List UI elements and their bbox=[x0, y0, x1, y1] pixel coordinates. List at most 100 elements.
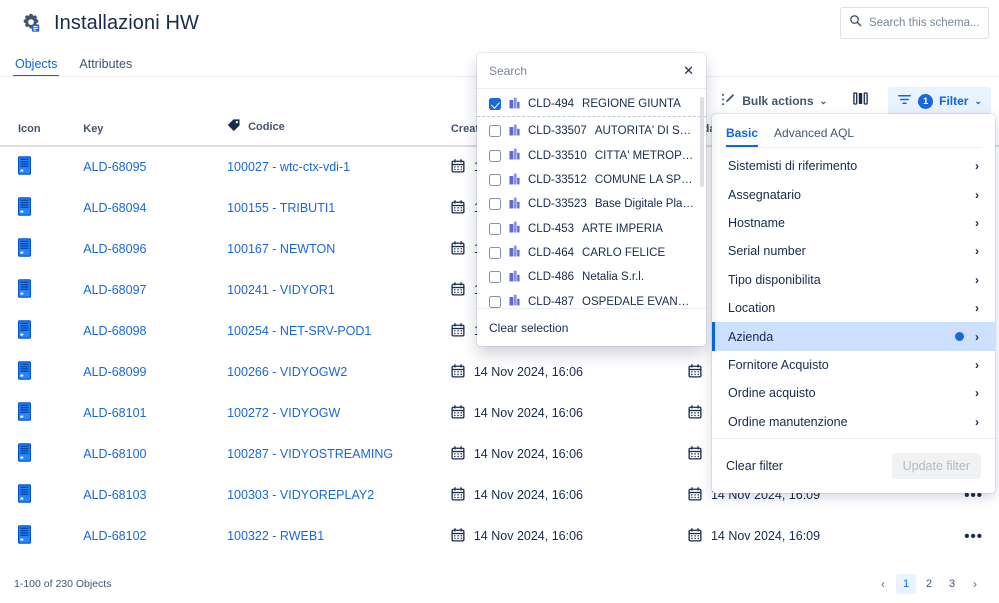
table-footer: 1-100 of 230 Objects ‹ 1 2 3 › bbox=[0, 565, 999, 603]
column-header-key[interactable]: Key bbox=[77, 110, 222, 147]
app-header: Installazioni HW Search this schema... bbox=[0, 0, 999, 46]
row-codice-link[interactable]: 100266 - VIDYOGW2 bbox=[227, 365, 347, 379]
row-codice-link[interactable]: 100167 - NEWTON bbox=[227, 242, 335, 256]
bulk-edit-icon bbox=[721, 92, 736, 110]
row-codice-link[interactable]: 100322 - RWEB1 bbox=[227, 529, 324, 543]
row-created-cell: 14 Nov 2024, 16:06 bbox=[451, 445, 676, 463]
row-key-link[interactable]: ALD-68103 bbox=[83, 488, 146, 502]
building-icon bbox=[509, 124, 520, 139]
filter-tab-advanced-aql[interactable]: Advanced AQL bbox=[774, 126, 854, 147]
row-key-link[interactable]: ALD-68099 bbox=[83, 365, 146, 379]
pagination-page-1[interactable]: 1 bbox=[896, 574, 916, 594]
azienda-option-checkbox[interactable] bbox=[489, 295, 501, 308]
row-key-link[interactable]: ALD-68098 bbox=[83, 324, 146, 338]
schema-search-input[interactable]: Search this schema... bbox=[840, 7, 989, 39]
row-created-value: 14 Nov 2024, 16:06 bbox=[473, 447, 583, 461]
dropdown-scrollbar[interactable] bbox=[700, 97, 704, 187]
pagination-prev[interactable]: ‹ bbox=[873, 574, 893, 594]
row-object-icon bbox=[0, 516, 77, 557]
azienda-option-checkbox[interactable] bbox=[489, 246, 501, 259]
filter-item-ordine-manutenzione[interactable]: Ordine manutenzione › bbox=[712, 408, 995, 436]
tab-attributes[interactable]: Attributes bbox=[77, 57, 134, 77]
row-key-link[interactable]: ALD-68094 bbox=[83, 201, 146, 215]
calendar-icon bbox=[451, 404, 465, 422]
azienda-option-checkbox[interactable] bbox=[489, 125, 501, 138]
building-icon bbox=[509, 270, 520, 285]
column-header-icon[interactable]: Icon bbox=[0, 110, 78, 147]
column-header-codice[interactable]: Codice bbox=[221, 110, 445, 147]
azienda-option-name: AUTORITA' DI SISTE… bbox=[594, 125, 694, 138]
calendar-icon bbox=[688, 527, 702, 545]
pagination-page-2[interactable]: 2 bbox=[919, 574, 939, 594]
row-codice-link[interactable]: 100241 - VIDYOR1 bbox=[227, 283, 335, 297]
row-created-value: 14 Nov 2024, 16:06 bbox=[473, 488, 583, 502]
pagination-page-3[interactable]: 3 bbox=[942, 574, 962, 594]
filter-item-serial-number[interactable]: Serial number › bbox=[712, 237, 995, 265]
tag-icon bbox=[227, 118, 241, 135]
table-row[interactable]: ALD-68102 100322 - RWEB1 14 Nov 2024, 16:0… bbox=[0, 516, 999, 557]
row-key-link[interactable]: ALD-68102 bbox=[83, 529, 146, 543]
object-count-text: 1-100 of 230 Objects bbox=[14, 578, 112, 590]
filter-item-label: Ordine acquisto bbox=[728, 386, 816, 401]
azienda-option-cld-464[interactable]: CLD-464 CARLO FELICE bbox=[477, 241, 706, 265]
row-key-link[interactable]: ALD-68101 bbox=[83, 406, 146, 420]
filter-panel-footer: Clear filter Update filter bbox=[712, 438, 995, 493]
table-row[interactable]: ALD-68104100326 - RWEB214 Nov 2024, 16:0… bbox=[0, 557, 999, 566]
filter-item-azienda[interactable]: Azienda › bbox=[712, 322, 995, 351]
row-more-actions-button[interactable]: ••• bbox=[925, 528, 993, 545]
azienda-option-checkbox[interactable] bbox=[489, 222, 501, 235]
azienda-option-checkbox[interactable] bbox=[489, 271, 501, 284]
filter-item-hostname[interactable]: Hostname › bbox=[712, 209, 995, 237]
clear-filter-button[interactable]: Clear filter bbox=[726, 459, 783, 473]
columns-config-icon bbox=[852, 90, 869, 112]
azienda-option-cld-486[interactable]: CLD-486 Netalia S.r.l. bbox=[477, 265, 706, 289]
row-created-value: 14 Nov 2024, 16:06 bbox=[473, 529, 583, 543]
row-codice-link[interactable]: 100155 - TRIBUTI1 bbox=[227, 201, 335, 215]
filter-tab-basic[interactable]: Basic bbox=[726, 126, 758, 147]
filter-item-assegnatario[interactable]: Assegnatario › bbox=[712, 180, 995, 208]
azienda-search-input[interactable]: Search bbox=[489, 64, 527, 78]
azienda-option-checkbox[interactable] bbox=[489, 198, 501, 211]
azienda-option-cld-33523[interactable]: CLD-33523 Base Digitale Platfor… bbox=[477, 192, 706, 216]
row-key-link[interactable]: ALD-68095 bbox=[83, 160, 146, 174]
azienda-option-key: CLD-464 bbox=[528, 246, 575, 259]
tab-objects[interactable]: Objects bbox=[13, 57, 59, 77]
azienda-option-cld-453[interactable]: CLD-453 ARTE IMPERIA bbox=[477, 216, 706, 240]
azienda-option-cld-33512[interactable]: CLD-33512 COMUNE LA SPEZIA bbox=[477, 168, 706, 192]
azienda-option-key: CLD-33507 bbox=[528, 125, 587, 138]
page-title-group: Installazioni HW bbox=[0, 12, 199, 35]
row-codice-link[interactable]: 100303 - VIDYOREPLAY2 bbox=[227, 488, 374, 502]
azienda-option-checkbox[interactable] bbox=[489, 98, 501, 111]
azienda-option-name: CARLO FELICE bbox=[582, 246, 666, 259]
row-key-link[interactable]: ALD-68096 bbox=[83, 242, 146, 256]
calendar-icon bbox=[451, 322, 465, 340]
azienda-option-cld-494[interactable]: CLD-494 REGIONE GIUNTA bbox=[477, 93, 706, 118]
row-key-link[interactable]: ALD-68097 bbox=[83, 283, 146, 297]
calendar-icon bbox=[451, 158, 465, 176]
azienda-option-cld-487[interactable]: CLD-487 OSPEDALE EVANGELIC… bbox=[477, 289, 706, 308]
pagination-next[interactable]: › bbox=[965, 574, 985, 594]
row-key-link[interactable]: ALD-68100 bbox=[83, 447, 146, 461]
calendar-icon bbox=[451, 445, 465, 463]
close-icon[interactable]: ✕ bbox=[683, 64, 694, 77]
filter-item-fornitore-acquisto[interactable]: Fornitore Acquisto › bbox=[712, 351, 995, 379]
filter-item-tipo-disponibilita[interactable]: Tipo disponibilita › bbox=[712, 266, 995, 294]
azienda-option-checkbox[interactable] bbox=[489, 174, 501, 187]
row-created-value: 14 Nov 2024, 16:06 bbox=[473, 365, 583, 379]
update-filter-button[interactable]: Update filter bbox=[891, 453, 981, 479]
clear-selection-button[interactable]: Clear selection bbox=[489, 321, 568, 335]
azienda-option-checkbox[interactable] bbox=[489, 149, 501, 162]
row-codice-link[interactable]: 100287 - VIDYOSTREAMING bbox=[227, 447, 393, 461]
azienda-option-cld-33510[interactable]: CLD-33510 CITTA' METROPOLIT… bbox=[477, 144, 706, 168]
calendar-icon bbox=[451, 281, 465, 299]
filter-item-ordine-acquisto[interactable]: Ordine acquisto › bbox=[712, 379, 995, 407]
azienda-option-cld-33507[interactable]: CLD-33507 AUTORITA' DI SISTE… bbox=[477, 119, 706, 143]
row-codice-link[interactable]: 100254 - NET-SRV-POD1 bbox=[227, 324, 371, 338]
azienda-option-key: CLD-33510 bbox=[528, 149, 587, 162]
filter-item-sistemisti-di-riferimento[interactable]: Sistemisti di riferimento › bbox=[712, 152, 995, 180]
row-codice-link[interactable]: 100272 - VIDYOGW bbox=[227, 406, 340, 420]
filter-item-location[interactable]: Location › bbox=[712, 294, 995, 322]
chevron-right-icon: › bbox=[975, 414, 979, 429]
page-title: Installazioni HW bbox=[54, 11, 199, 34]
row-codice-link[interactable]: 100027 - wtc-ctx-vdi-1 bbox=[227, 160, 350, 174]
